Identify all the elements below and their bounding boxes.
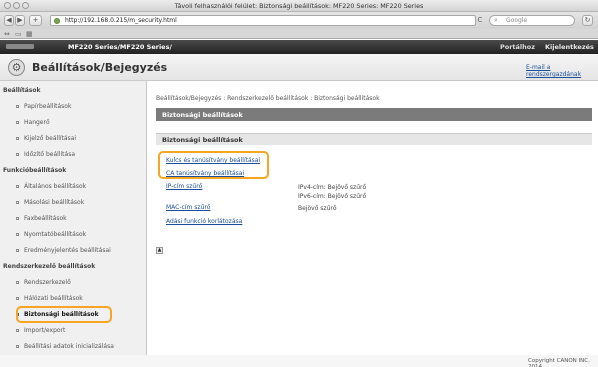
sidebar-item-label: Papírbeállítások <box>24 103 72 110</box>
search-placeholder: Google <box>506 17 528 24</box>
sidebar-item-printer[interactable]: Nyomtatóbeállítások <box>0 228 146 241</box>
window-titlebar: Távoli felhasználói felület: Biztonsági … <box>0 0 598 12</box>
sidebar-item-import-export[interactable]: Import/export <box>0 324 146 337</box>
bullet-icon <box>16 137 19 140</box>
bullet-icon <box>16 345 19 348</box>
settings-gear-icon: ⚙ <box>8 59 25 76</box>
sidebar-item-label: Eredményjelentés beállításai <box>24 247 111 254</box>
sidebar-item-sysadmin[interactable]: Rendszerkezelő <box>0 276 146 289</box>
forward-button[interactable]: ▶ <box>15 15 25 26</box>
sidebar-item-label: Általános beállítások <box>24 183 87 190</box>
sidebar-item-label: Beállítási adatok inicializálása <box>24 343 114 350</box>
sidebar-item-label: Hálózati beállítások <box>24 295 83 302</box>
sidebar-item-initialize[interactable]: Beállítási adatok inicializálása <box>0 340 146 353</box>
page-top-icon[interactable]: ▲ <box>156 247 163 254</box>
sidebar-section-function: Funkcióbeállítások <box>3 167 67 174</box>
portal-link[interactable]: Portálhoz <box>500 43 535 51</box>
bullet-icon <box>16 329 19 332</box>
highlight-sidebar-security <box>16 306 112 323</box>
site-icon <box>54 18 60 24</box>
sidebar-section-admin: Rendszerkezelő beállítások <box>3 263 96 270</box>
search-input[interactable]: ⌕ Google <box>489 15 575 26</box>
bullet-icon <box>16 217 19 220</box>
sidebar-item-report[interactable]: Eredményjelentés beállításai <box>0 244 146 257</box>
page-header: ⚙ Beállítások/Bejegyzés E-mail a rendsze… <box>0 54 598 81</box>
copyright-text: Copyright CANON INC. 2014 <box>528 358 590 367</box>
bullet-icon <box>16 249 19 252</box>
product-header: MF220 Series/MF220 Series/ Portálhoz Kij… <box>0 40 598 54</box>
section-title: Biztonsági beállítások <box>162 136 243 144</box>
sidebar: Beállítások Papírbeállítások Hangerő Kij… <box>0 81 147 367</box>
bullet-icon <box>16 201 19 204</box>
page-title-bar-text: Biztonsági beállítások <box>162 111 243 119</box>
url-text: http://192.168.0.215/m_security.html <box>65 17 177 24</box>
reload-icon[interactable]: C <box>475 15 485 26</box>
sidebar-item-network[interactable]: Hálózati beállítások <box>0 292 146 305</box>
section-header: Biztonsági beállítások <box>156 133 592 145</box>
sidebar-item-label: Időzítő beállítása <box>24 151 76 158</box>
ipv4-filter-status: IPv4-cím: Bejövő szűrő <box>298 184 367 191</box>
page-title: Beállítások/Bejegyzés <box>32 61 168 74</box>
window-title: Távoli felhasználói felület: Biztonsági … <box>174 2 424 10</box>
bullet-icon <box>16 297 19 300</box>
ip-filter-link[interactable]: IP-cím szűrő <box>166 183 202 190</box>
bullet-icon <box>16 121 19 124</box>
breadcrumb: Beállítások/Bejegyzés : Rendszerkezelő b… <box>156 95 380 102</box>
canon-logo <box>6 44 34 49</box>
page-title-bar: Biztonsági beállítások <box>156 108 592 121</box>
model-name: MF220 Series/MF220 Series/ <box>68 43 172 51</box>
mac-filter-status: Bejövő szűrő <box>298 205 337 212</box>
sidebar-item-label: Nyomtatóbeállítások <box>24 231 87 238</box>
back-button[interactable]: ◀ <box>4 15 14 26</box>
add-bookmark-button[interactable]: + <box>29 15 42 26</box>
sidebar-item-label: Kijelző beállításai <box>24 135 77 142</box>
sidebar-item-fax[interactable]: Faxbeállítások <box>0 212 146 225</box>
reading-list-icon[interactable]: ▭ <box>15 30 22 38</box>
download-icon[interactable]: ↻ <box>582 15 593 26</box>
logout-link[interactable]: Kijelentkezés <box>545 43 594 51</box>
bullet-icon <box>16 185 19 188</box>
mac-filter-link[interactable]: MAC-cím szűrő <box>166 204 210 211</box>
sidebar-item-label: Import/export <box>24 327 66 334</box>
sidebar-item-display[interactable]: Kijelző beállításai <box>0 132 146 145</box>
bullet-icon <box>16 281 19 284</box>
bullet-icon <box>16 153 19 156</box>
ipv6-filter-status: IPv6-cím: Bejövő szűrő <box>298 193 367 200</box>
sidebar-item-timer[interactable]: Időzítő beállítása <box>0 148 146 161</box>
sidebar-item-copy[interactable]: Másolási beállítások <box>0 196 146 209</box>
send-restriction-link[interactable]: Adási funkció korlátozása <box>166 218 242 225</box>
sidebar-toggle-icon[interactable]: ⇔ <box>4 30 10 38</box>
sidebar-item-label: Faxbeállítások <box>24 215 67 222</box>
bullet-icon <box>16 233 19 236</box>
top-sites-icon[interactable]: ▦ <box>26 30 33 38</box>
search-icon: ⌕ <box>494 16 498 24</box>
sidebar-section-settings: Beállítások <box>3 87 41 94</box>
main-content: Beállítások/Bejegyzés : Rendszerkezelő b… <box>147 81 598 367</box>
sidebar-item-general[interactable]: Általános beállítások <box>0 180 146 193</box>
email-admin-link[interactable]: E-mail a rendszergazdának <box>526 64 598 78</box>
sidebar-item-volume[interactable]: Hangerő <box>0 116 146 129</box>
sidebar-item-label: Hangerő <box>24 119 50 126</box>
sidebar-item-label: Rendszerkezelő <box>24 279 71 286</box>
url-bar[interactable]: http://192.168.0.215/m_security.html <box>50 15 476 26</box>
bookmarks-bar: ⇔ ▭ ▦ <box>0 29 598 39</box>
highlight-cert-links <box>158 151 269 179</box>
sidebar-item-paper[interactable]: Papírbeállítások <box>0 100 146 113</box>
bullet-icon <box>16 105 19 108</box>
sidebar-item-label: Másolási beállítások <box>24 199 85 206</box>
browser-toolbar: ◀ ▶ + http://192.168.0.215/m_security.ht… <box>0 12 598 29</box>
footer: Copyright CANON INC. 2014 <box>0 355 598 367</box>
